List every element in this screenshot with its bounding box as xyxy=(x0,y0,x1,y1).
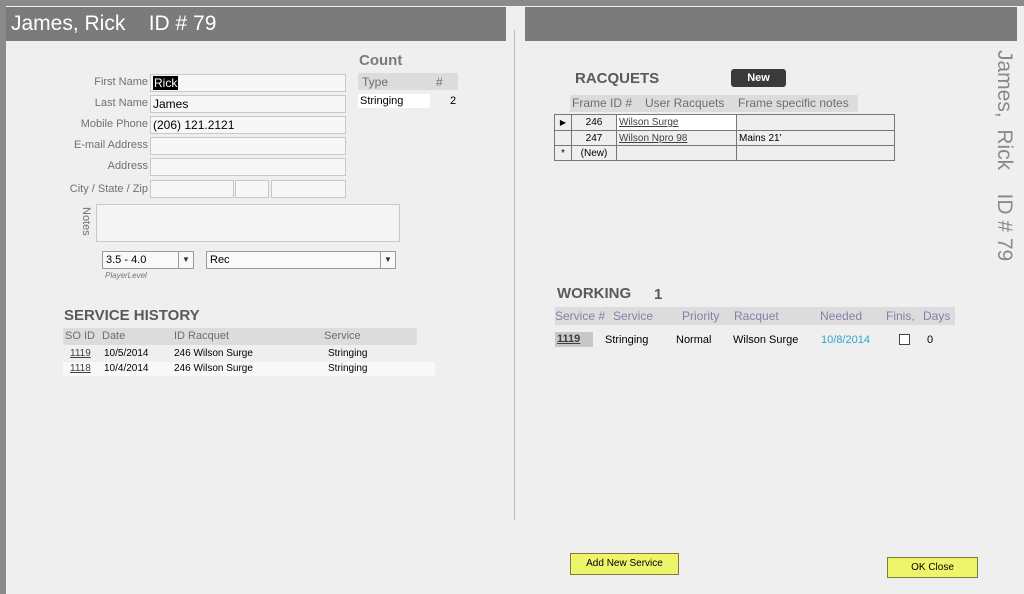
rq-notes[interactable] xyxy=(736,114,895,131)
wk-service: Stringing xyxy=(605,334,649,346)
sh-soid-link[interactable]: 1119 xyxy=(70,348,91,359)
count-number-value: 2 xyxy=(450,95,457,107)
rq-notes-header: Frame specific notes xyxy=(738,96,849,110)
wk-service-no-link[interactable]: 1119 xyxy=(557,333,580,345)
wk-needed-header: Needed xyxy=(820,309,863,323)
wk-days-header: Days xyxy=(923,309,951,323)
count-number-header: # xyxy=(436,75,443,89)
first-name-label: First Name xyxy=(94,76,148,88)
working-title: WORKING xyxy=(557,285,632,302)
service-history-title: SERVICE HISTORY xyxy=(64,307,200,324)
rq-name[interactable] xyxy=(616,145,737,161)
count-title: Count xyxy=(359,52,403,69)
wk-racquet-header: Racquet xyxy=(734,309,779,323)
sh-racquet: 246 Wilson Surge xyxy=(174,348,253,359)
chevron-down-icon[interactable]: ▼ xyxy=(380,252,395,268)
record-selector[interactable]: ▶ xyxy=(554,114,572,131)
play-type-value: Rec xyxy=(210,254,230,266)
count-type-value: Stringing xyxy=(360,95,404,107)
rq-frameid[interactable]: 246 xyxy=(571,114,617,131)
sh-racquet-header: ID Racquet xyxy=(174,330,230,342)
table-row[interactable]: ▶ 246 Wilson Surge xyxy=(554,114,895,131)
wk-finished-header: Finis, xyxy=(886,309,915,323)
vertical-record-title: James, Rick ID # 79 xyxy=(993,50,1016,262)
sh-service-header: Service xyxy=(324,330,361,342)
page-title: James, Rick ID # 79 xyxy=(6,7,506,41)
sh-racquet: 246 Wilson Surge xyxy=(174,363,253,374)
wk-priority: Normal xyxy=(676,334,712,346)
first-name-value: Rick xyxy=(153,76,179,90)
state-field[interactable] xyxy=(235,180,269,198)
record-selector[interactable]: * xyxy=(554,145,572,161)
rq-user-racquets-header: User Racquets xyxy=(645,96,725,110)
count-type-header: Type xyxy=(362,75,389,89)
first-name-field[interactable]: Rick xyxy=(150,74,346,92)
sh-date-header: Date xyxy=(102,330,126,342)
player-level-value: 3.5 - 4.0 xyxy=(106,254,147,266)
center-divider xyxy=(514,30,515,520)
record-selector[interactable] xyxy=(554,130,572,146)
sh-date: 10/4/2014 xyxy=(104,363,149,374)
player-level-select[interactable]: 3.5 - 4.0 ▼ xyxy=(102,251,194,269)
table-row[interactable]: 247 Wilson Npro 98 Mains 21' xyxy=(554,130,895,146)
notes-label: Notes xyxy=(80,207,92,236)
address-label: Address xyxy=(107,160,148,172)
rq-notes[interactable]: Mains 21' xyxy=(736,130,895,146)
working-count: 1 xyxy=(654,286,663,303)
ok-close-button[interactable]: OK Close xyxy=(887,557,978,578)
sh-soid-header: SO ID xyxy=(65,330,95,342)
email-label: E-mail Address xyxy=(74,139,148,151)
rq-frameid-header: Frame ID # xyxy=(572,96,633,110)
wk-days: 0 xyxy=(927,334,934,346)
city-state-zip-label: City / State / Zip xyxy=(69,183,148,195)
city-field[interactable] xyxy=(150,180,234,198)
rq-name[interactable]: Wilson Surge xyxy=(616,114,737,131)
wk-service-header: Service xyxy=(613,309,654,323)
table-row[interactable]: * (New) xyxy=(554,145,895,161)
racquets-title: RACQUETS xyxy=(575,70,660,87)
sh-date: 10/5/2014 xyxy=(104,348,149,359)
chevron-down-icon[interactable]: ▼ xyxy=(178,252,193,268)
last-name-field[interactable]: James xyxy=(150,95,346,113)
email-field[interactable] xyxy=(150,137,346,155)
wk-needed: 10/8/2014 xyxy=(821,334,870,346)
rq-notes[interactable] xyxy=(736,145,895,161)
notes-field[interactable] xyxy=(96,204,400,242)
rq-name-link[interactable]: Wilson Surge xyxy=(619,117,678,128)
last-name-label: Last Name xyxy=(94,97,148,109)
rq-frameid[interactable]: (New) xyxy=(571,145,617,161)
sh-service: Stringing xyxy=(328,348,368,359)
play-type-select[interactable]: Rec ▼ xyxy=(206,251,396,269)
rq-name-link[interactable]: Wilson Npro 98 xyxy=(619,133,687,144)
wk-priority-header: Priority xyxy=(682,309,720,323)
mobile-phone-label: Mobile Phone xyxy=(80,118,148,130)
player-level-caption: PlayerLevel xyxy=(105,271,147,280)
finished-checkbox[interactable] xyxy=(899,334,910,345)
add-new-service-button[interactable]: Add New Service xyxy=(570,553,679,575)
wk-service-no-header: Service # xyxy=(555,309,606,323)
address-field[interactable] xyxy=(150,158,346,176)
rq-name[interactable]: Wilson Npro 98 xyxy=(616,130,737,146)
wk-racquet: Wilson Surge xyxy=(733,334,799,346)
racquets-grid: ▶ 246 Wilson Surge 247 Wilson Npro 98 Ma… xyxy=(554,114,895,161)
right-header-bar xyxy=(525,7,1017,41)
sh-service: Stringing xyxy=(328,363,368,374)
sh-soid-link[interactable]: 1118 xyxy=(70,363,91,374)
zip-field[interactable] xyxy=(271,180,346,198)
mobile-phone-field[interactable]: (206) 121.2121 xyxy=(150,116,346,134)
rq-frameid[interactable]: 247 xyxy=(571,130,617,146)
new-racquet-button[interactable]: New xyxy=(731,69,786,87)
